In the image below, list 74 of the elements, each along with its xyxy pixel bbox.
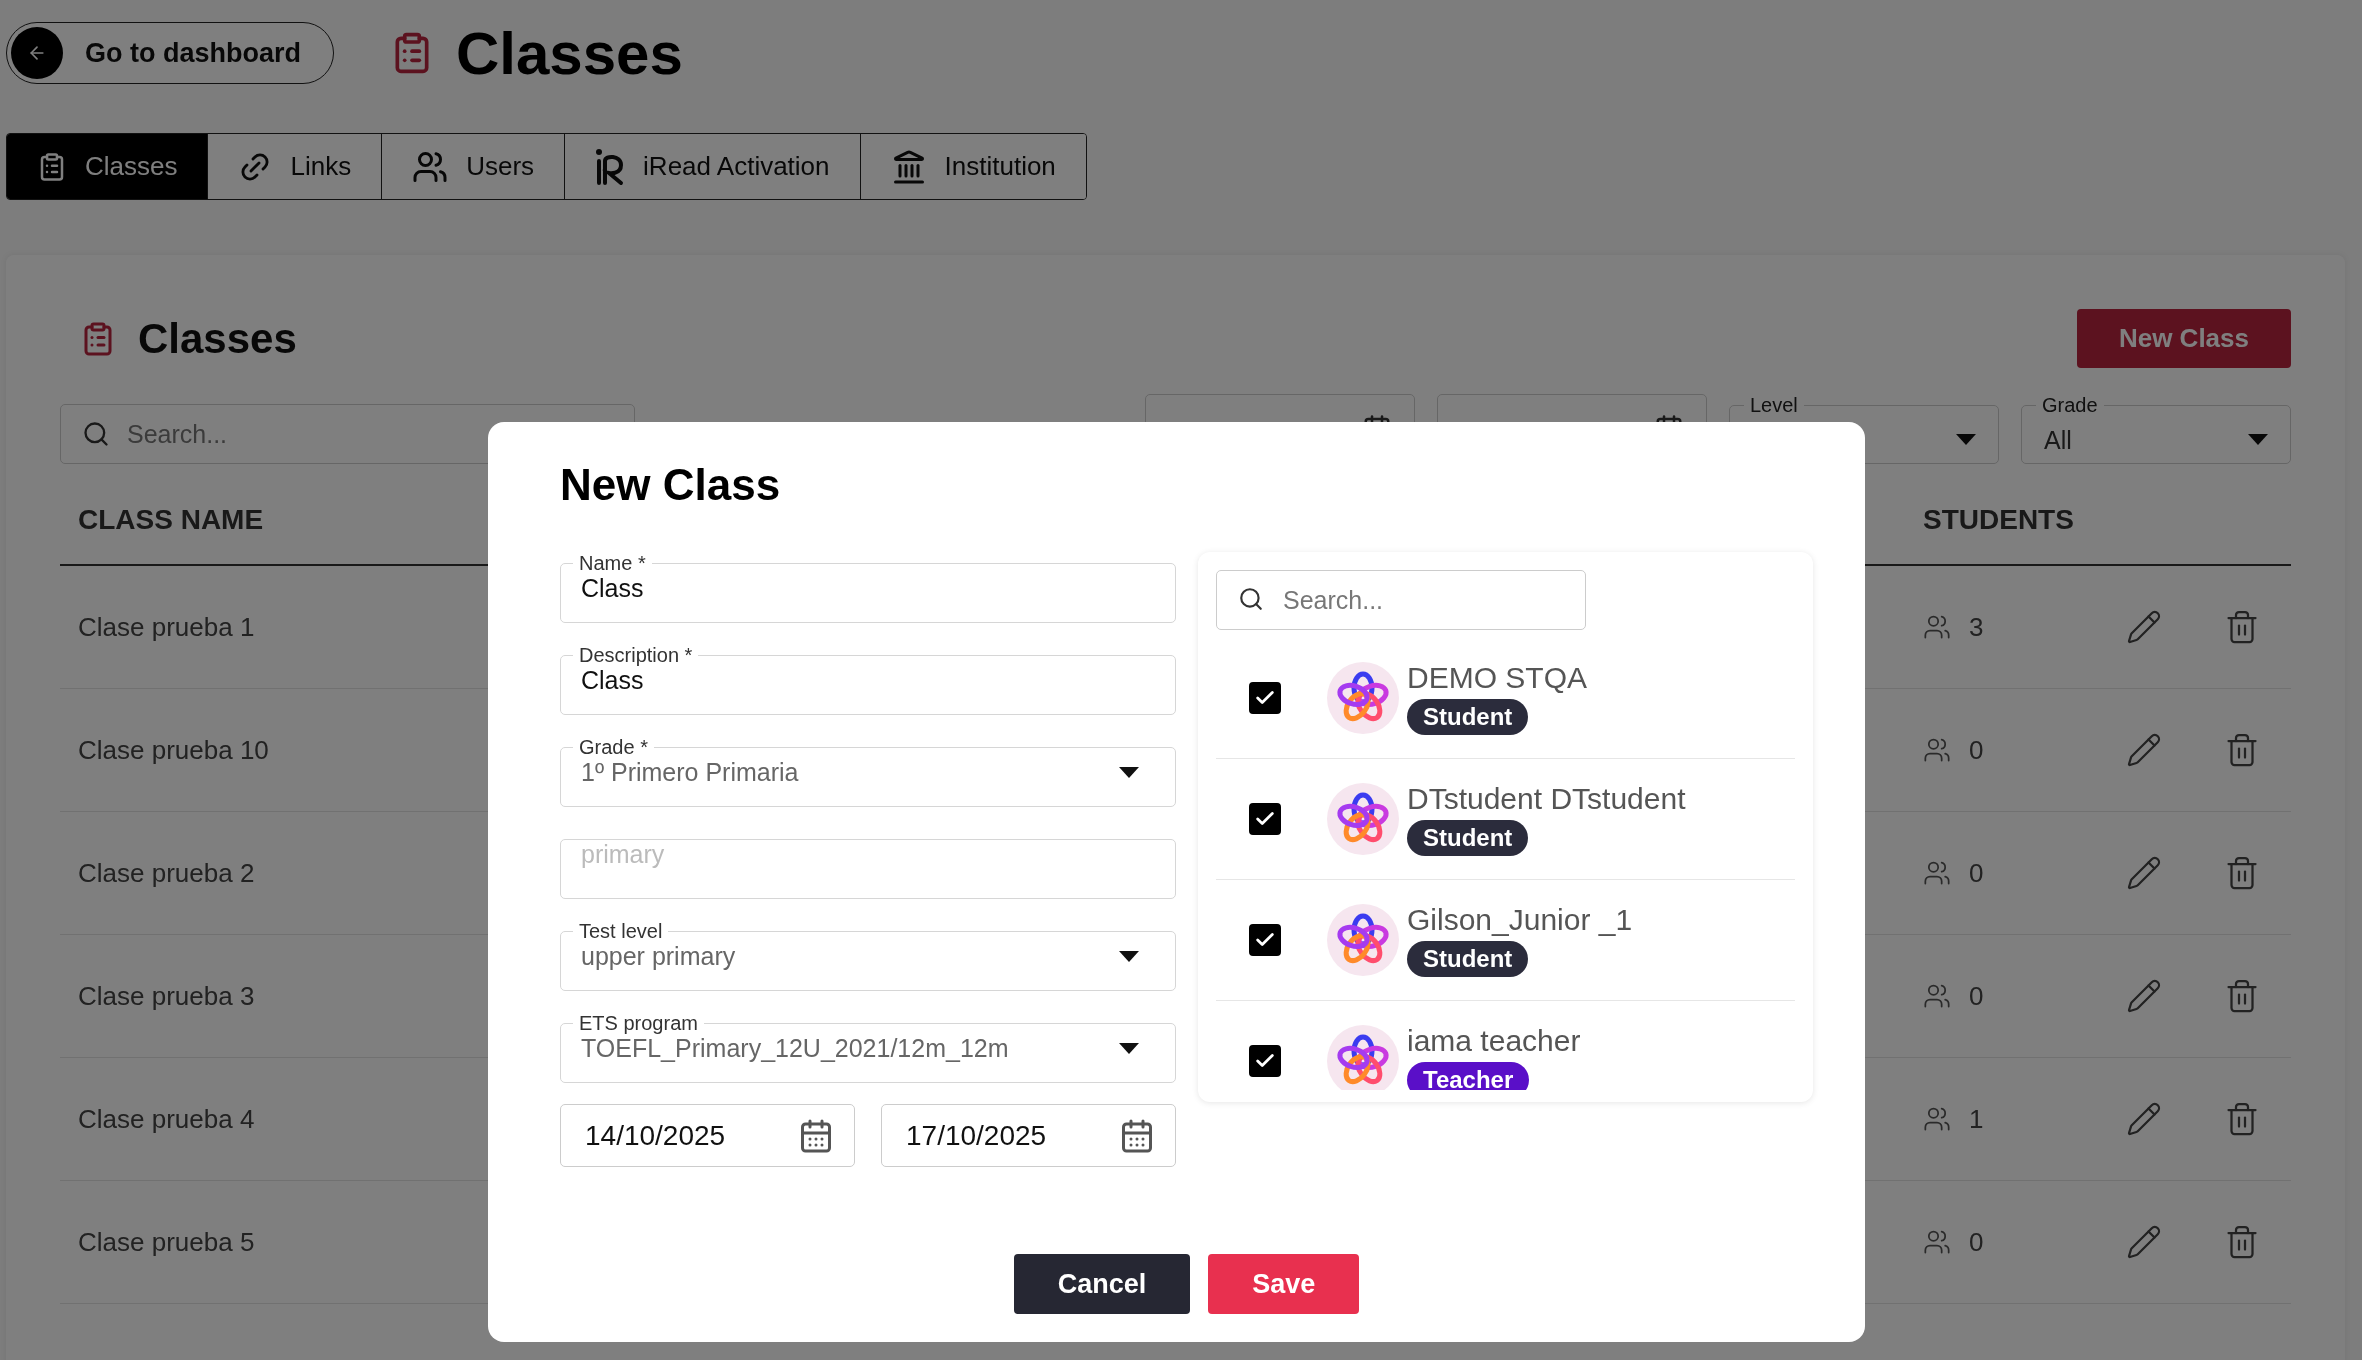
filter-label: Level [1749, 394, 1799, 417]
select-value-input[interactable]: 1º Primero Primaria [561, 758, 1119, 787]
checkbox[interactable] [1249, 924, 1281, 956]
back-button[interactable]: Go to dashboard [6, 22, 334, 84]
filter-label: Grade [2041, 394, 2099, 417]
member-search-field[interactable]: Search... [1216, 570, 1586, 630]
users-icon [1923, 982, 1951, 1010]
checkbox[interactable] [1249, 803, 1281, 835]
search-icon [82, 420, 110, 448]
field-label: Name * [578, 552, 647, 574]
column-header: CLASS NAME [77, 504, 264, 536]
field-label: ETS program [578, 1012, 699, 1034]
avatar-icon [1327, 1025, 1399, 1090]
member-name: Gilson_Junior _1 [1407, 903, 1633, 937]
users-icon [1923, 1228, 1951, 1256]
page-title: Classes [456, 18, 683, 88]
field-label: Test level [578, 920, 664, 942]
date-field[interactable]: 17/10/2025 [881, 1104, 1176, 1167]
column-header: STUDENTS [1922, 504, 2074, 536]
avatar-icon [1327, 904, 1399, 976]
member-name: DEMO STQA [1407, 661, 1587, 695]
text-input[interactable]: Class [561, 666, 1139, 695]
student-count: 0 [1969, 1226, 1984, 1258]
class-name-cell: Clase prueba 4 [78, 1103, 255, 1135]
users-icon [1923, 859, 1951, 887]
input-field[interactable]: Description * Class [560, 644, 1176, 715]
logo-icon [595, 146, 626, 187]
dropdown-caret-icon [1956, 434, 1976, 446]
date-field[interactable]: 14/10/2025 [560, 1104, 855, 1167]
search-icon [1238, 586, 1264, 612]
student-count: 0 [1969, 857, 1984, 889]
checkbox[interactable] [1249, 682, 1281, 714]
role-tag: Teacher [1407, 1062, 1530, 1090]
student-count: 0 [1969, 980, 1984, 1012]
text-input[interactable]: Class [561, 574, 1139, 603]
member-name: iama teacher [1407, 1024, 1581, 1058]
input-field[interactable]: primary [560, 839, 1176, 899]
users-icon [1923, 613, 1951, 641]
avatar-icon [1327, 662, 1399, 734]
student-count: 0 [1969, 734, 1984, 766]
text-input[interactable]: primary [561, 840, 1139, 869]
role-tag: Student [1407, 820, 1529, 856]
field-label: Description * [578, 644, 694, 666]
class-name-cell: Clase prueba 2 [78, 857, 255, 889]
avatar-icon [1327, 783, 1399, 855]
select-value-input[interactable]: TOEFL_Primary_12U_2021/12m_12m [561, 1034, 1119, 1063]
dropdown-caret-icon [1119, 1042, 1139, 1055]
student-count: 1 [1969, 1103, 1984, 1135]
class-name-cell: Clase prueba 3 [78, 980, 255, 1012]
filter-select[interactable]: Grade All [2021, 394, 2291, 464]
field-label: Grade * [578, 736, 649, 758]
dropdown-caret-icon [1119, 950, 1139, 963]
new-class-button[interactable]: New Class [2076, 309, 2291, 368]
cancel-button[interactable]: Cancel [1013, 1254, 1191, 1314]
save-button[interactable]: Save [1208, 1254, 1360, 1314]
checkbox[interactable] [1249, 1045, 1281, 1077]
dropdown-caret-icon [1119, 766, 1139, 779]
users-icon [1923, 736, 1951, 764]
class-name-cell: Clase prueba 10 [78, 734, 269, 766]
calendar-icon [798, 1117, 834, 1154]
member-name: DTstudent DTstudent [1407, 782, 1686, 816]
select-field[interactable]: Test level upper primary [560, 920, 1176, 991]
role-tag: Student [1407, 941, 1529, 977]
class-name-cell: Clase prueba 1 [78, 611, 255, 643]
users-icon [1923, 1105, 1951, 1133]
role-tag: Student [1407, 699, 1529, 735]
dropdown-caret-icon [2248, 434, 2268, 446]
class-name-cell: Clase prueba 5 [78, 1226, 255, 1258]
select-value-input[interactable]: upper primary [561, 942, 1119, 971]
section-title: Classes [138, 314, 297, 363]
calendar-icon [1119, 1117, 1155, 1154]
student-count: 3 [1969, 611, 1984, 643]
tab[interactable]: Classes [7, 134, 209, 199]
select-field[interactable]: Grade * 1º Primero Primaria [560, 736, 1176, 807]
